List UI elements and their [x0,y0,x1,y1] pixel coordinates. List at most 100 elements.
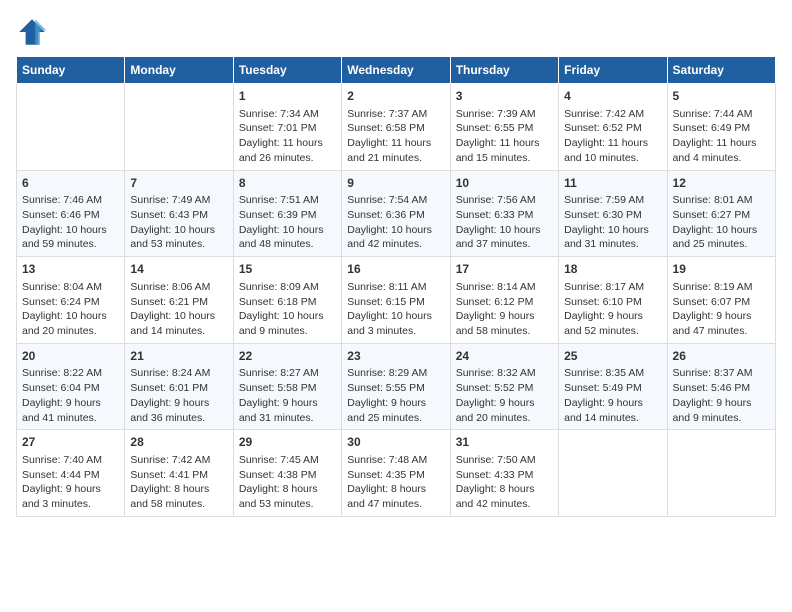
day-number: 23 [347,348,444,365]
day-info: Sunrise: 8:01 AM Sunset: 6:27 PM Dayligh… [673,193,770,252]
calendar-cell [125,84,233,171]
calendar-cell: 22Sunrise: 8:27 AM Sunset: 5:58 PM Dayli… [233,343,341,430]
logo [16,16,52,48]
calendar-cell: 26Sunrise: 8:37 AM Sunset: 5:46 PM Dayli… [667,343,775,430]
calendar-cell: 30 Sunrise: 7:48 AM Sunset: 4:35 PM Dayli… [342,430,450,517]
logo-icon [16,16,48,48]
day-number: 9 [347,175,444,192]
day-number: 16 [347,261,444,278]
calendar-cell [667,430,775,517]
day-info: Sunrise: 8:06 AM Sunset: 6:21 PM Dayligh… [130,280,227,339]
day-number: 19 [673,261,770,278]
day-number: 26 [673,348,770,365]
day-info: Sunrise: 7:42 AM Sunset: 6:52 PM Dayligh… [564,107,661,166]
day-number: 20 [22,348,119,365]
day-number: 28 [130,434,227,451]
day-info: Sunrise: 8:19 AM Sunset: 6:07 PM Dayligh… [673,280,770,339]
calendar-header-row: SundayMondayTuesdayWednesdayThursdayFrid… [17,57,776,84]
day-number: 31 [456,434,553,451]
calendar-cell: 6Sunrise: 7:46 AM Sunset: 6:46 PM Daylig… [17,170,125,257]
day-number: 27 [22,434,119,451]
day-number: 3 [456,88,553,105]
day-info: Sunrise: 7:40 AM Sunset: 4:44 PM Dayligh… [22,453,119,512]
day-info: Sunrise: 8:11 AM Sunset: 6:15 PM Dayligh… [347,280,444,339]
day-number: 2 [347,88,444,105]
calendar-cell: 11Sunrise: 7:59 AM Sunset: 6:30 PM Dayli… [559,170,667,257]
calendar-cell: 13 Sunrise: 8:04 AM Sunset: 6:24 PM Dayli… [17,257,125,344]
day-info: Sunrise: 7:54 AM Sunset: 6:36 PM Dayligh… [347,193,444,252]
day-info: Sunrise: 7:34 AM Sunset: 7:01 PM Dayligh… [239,107,336,166]
calendar-cell: 4 Sunrise: 7:42 AM Sunset: 6:52 PM Daylig… [559,84,667,171]
col-header-wednesday: Wednesday [342,57,450,84]
calendar-week-row: 1Sunrise: 7:34 AM Sunset: 7:01 PM Daylig… [17,84,776,171]
day-info: Sunrise: 8:32 AM Sunset: 5:52 PM Dayligh… [456,366,553,425]
day-info: Sunrise: 7:59 AM Sunset: 6:30 PM Dayligh… [564,193,661,252]
day-info: Sunrise: 8:29 AM Sunset: 5:55 PM Dayligh… [347,366,444,425]
calendar-cell: 21Sunrise: 8:24 AM Sunset: 6:01 PM Dayli… [125,343,233,430]
calendar-cell: 7Sunrise: 7:49 AM Sunset: 6:43 PM Daylig… [125,170,233,257]
day-info: Sunrise: 8:04 AM Sunset: 6:24 PM Dayligh… [22,280,119,339]
day-number: 22 [239,348,336,365]
day-number: 11 [564,175,661,192]
day-number: 24 [456,348,553,365]
calendar-cell: 5 Sunrise: 7:44 AM Sunset: 6:49 PM Daylig… [667,84,775,171]
day-number: 13 [22,261,119,278]
calendar-cell: 15Sunrise: 8:09 AM Sunset: 6:18 PM Dayli… [233,257,341,344]
day-info: Sunrise: 7:50 AM Sunset: 4:33 PM Dayligh… [456,453,553,512]
day-info: Sunrise: 7:48 AM Sunset: 4:35 PM Dayligh… [347,453,444,512]
calendar-cell: 8Sunrise: 7:51 AM Sunset: 6:39 PM Daylig… [233,170,341,257]
day-info: Sunrise: 7:45 AM Sunset: 4:38 PM Dayligh… [239,453,336,512]
col-header-sunday: Sunday [17,57,125,84]
col-header-tuesday: Tuesday [233,57,341,84]
day-info: Sunrise: 7:56 AM Sunset: 6:33 PM Dayligh… [456,193,553,252]
day-info: Sunrise: 8:22 AM Sunset: 6:04 PM Dayligh… [22,366,119,425]
calendar-cell: 12Sunrise: 8:01 AM Sunset: 6:27 PM Dayli… [667,170,775,257]
day-number: 4 [564,88,661,105]
day-info: Sunrise: 8:14 AM Sunset: 6:12 PM Dayligh… [456,280,553,339]
day-number: 14 [130,261,227,278]
col-header-friday: Friday [559,57,667,84]
day-info: Sunrise: 8:35 AM Sunset: 5:49 PM Dayligh… [564,366,661,425]
calendar-cell: 16 Sunrise: 8:11 AM Sunset: 6:15 PM Dayli… [342,257,450,344]
day-number: 29 [239,434,336,451]
day-number: 17 [456,261,553,278]
calendar-cell: 20Sunrise: 8:22 AM Sunset: 6:04 PM Dayli… [17,343,125,430]
day-info: Sunrise: 7:44 AM Sunset: 6:49 PM Dayligh… [673,107,770,166]
calendar-cell [559,430,667,517]
day-number: 25 [564,348,661,365]
day-info: Sunrise: 7:49 AM Sunset: 6:43 PM Dayligh… [130,193,227,252]
calendar-week-row: 20Sunrise: 8:22 AM Sunset: 6:04 PM Dayli… [17,343,776,430]
calendar-cell: 31 Sunrise: 7:50 AM Sunset: 4:33 PM Dayli… [450,430,558,517]
calendar-cell: 27 Sunrise: 7:40 AM Sunset: 4:44 PM Dayli… [17,430,125,517]
day-number: 6 [22,175,119,192]
day-info: Sunrise: 8:17 AM Sunset: 6:10 PM Dayligh… [564,280,661,339]
calendar-week-row: 6Sunrise: 7:46 AM Sunset: 6:46 PM Daylig… [17,170,776,257]
day-info: Sunrise: 7:39 AM Sunset: 6:55 PM Dayligh… [456,107,553,166]
day-info: Sunrise: 8:27 AM Sunset: 5:58 PM Dayligh… [239,366,336,425]
calendar-week-row: 27 Sunrise: 7:40 AM Sunset: 4:44 PM Dayli… [17,430,776,517]
day-info: Sunrise: 8:37 AM Sunset: 5:46 PM Dayligh… [673,366,770,425]
calendar-cell: 2Sunrise: 7:37 AM Sunset: 6:58 PM Daylig… [342,84,450,171]
day-number: 21 [130,348,227,365]
calendar-cell: 1Sunrise: 7:34 AM Sunset: 7:01 PM Daylig… [233,84,341,171]
col-header-monday: Monday [125,57,233,84]
day-number: 30 [347,434,444,451]
col-header-thursday: Thursday [450,57,558,84]
day-number: 18 [564,261,661,278]
day-info: Sunrise: 7:46 AM Sunset: 6:46 PM Dayligh… [22,193,119,252]
calendar-cell: 25Sunrise: 8:35 AM Sunset: 5:49 PM Dayli… [559,343,667,430]
day-number: 5 [673,88,770,105]
day-info: Sunrise: 7:42 AM Sunset: 4:41 PM Dayligh… [130,453,227,512]
calendar-cell: 3 Sunrise: 7:39 AM Sunset: 6:55 PM Daylig… [450,84,558,171]
calendar-cell: 24Sunrise: 8:32 AM Sunset: 5:52 PM Dayli… [450,343,558,430]
page-header [16,16,776,48]
calendar-cell: 9Sunrise: 7:54 AM Sunset: 6:36 PM Daylig… [342,170,450,257]
day-number: 12 [673,175,770,192]
calendar-cell: 19 Sunrise: 8:19 AM Sunset: 6:07 PM Dayli… [667,257,775,344]
calendar-week-row: 13 Sunrise: 8:04 AM Sunset: 6:24 PM Dayli… [17,257,776,344]
day-info: Sunrise: 7:51 AM Sunset: 6:39 PM Dayligh… [239,193,336,252]
calendar-table: SundayMondayTuesdayWednesdayThursdayFrid… [16,56,776,517]
calendar-cell: 18 Sunrise: 8:17 AM Sunset: 6:10 PM Dayli… [559,257,667,344]
day-number: 15 [239,261,336,278]
calendar-cell [17,84,125,171]
